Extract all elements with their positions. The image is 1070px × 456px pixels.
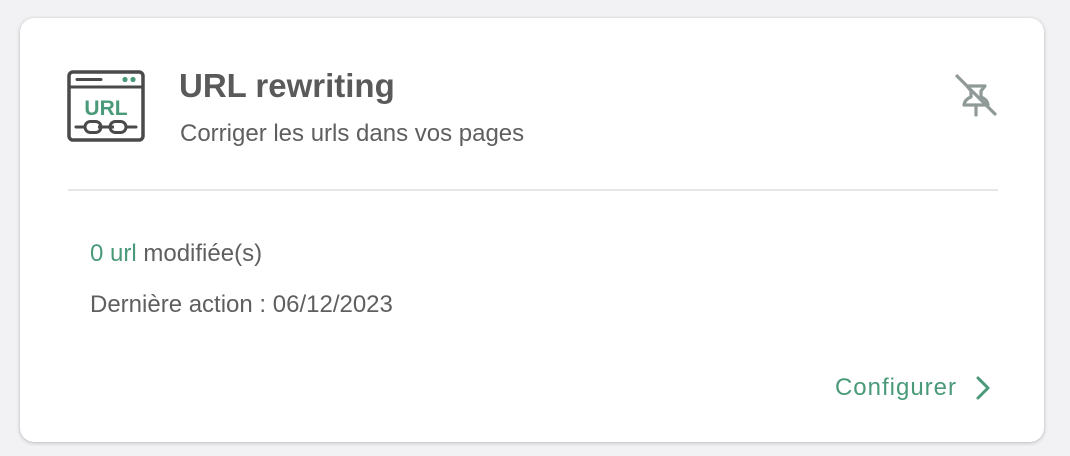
unpin-button[interactable] (949, 68, 1003, 122)
module-card: URL URL rewriting Corriger les urls dans… (20, 18, 1044, 442)
modified-urls-label: modifiée(s) (136, 240, 263, 267)
module-subtitle: Corriger les urls dans vos pages (180, 120, 525, 147)
configure-label: Configurer (834, 374, 957, 401)
url-icon-text: URL (84, 97, 127, 120)
url-browser-chain-icon: URL (67, 70, 145, 142)
last-action-date: Dernière action : 06/12/2023 (90, 291, 393, 318)
module-title: URL rewriting (179, 67, 395, 104)
modified-urls-count: 0 url (90, 240, 137, 267)
configure-link[interactable]: Configurer (835, 368, 991, 408)
modified-urls-stat: 0 url modifiée(s) (90, 238, 262, 270)
unpin-icon (955, 74, 997, 117)
section-divider (68, 189, 998, 191)
chevron-right-icon (976, 376, 990, 400)
